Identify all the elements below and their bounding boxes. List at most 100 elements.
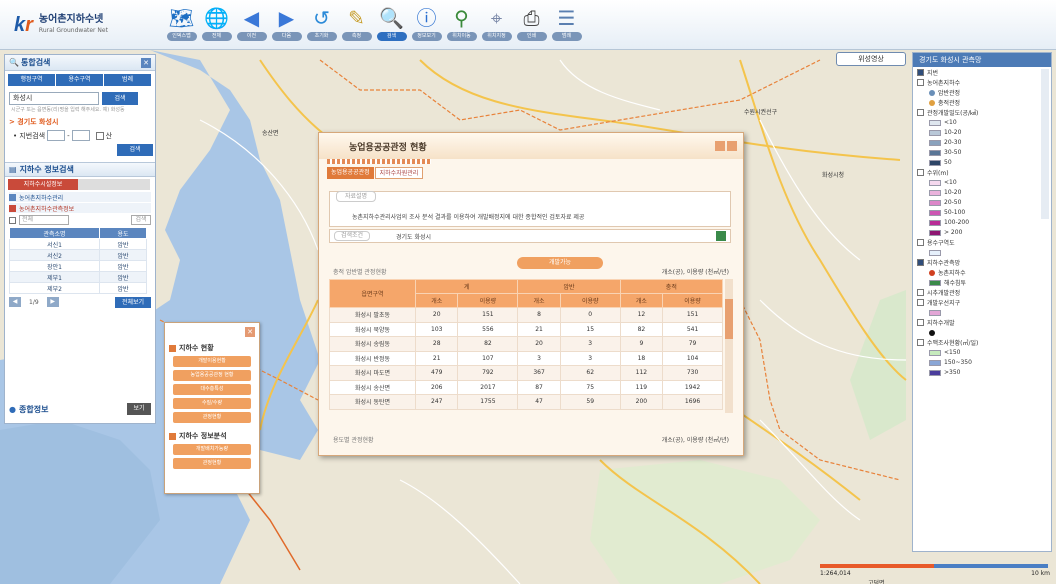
toolbar-globe-button[interactable]: 🌐 전체 [199, 6, 234, 46]
legend-item[interactable]: 지하수개발 [917, 318, 1047, 327]
tab-water-area[interactable]: 용수구역 [56, 74, 103, 86]
filter-select[interactable]: 전체 [19, 215, 69, 225]
table-row[interactable]: 화성시 동탄면 247 1755 47 59 200 1696 [329, 394, 723, 410]
selected-region[interactable]: > 경기도 화성시 [9, 117, 151, 127]
legend-item[interactable]: 해수침투 [929, 278, 1047, 287]
app-logo[interactable]: kr 농어촌지하수넷 Rural Groundwater Net [14, 8, 164, 42]
jibun-search-button[interactable]: 검색 [117, 144, 153, 156]
link-rural-gw-management[interactable]: 농어촌지하수관리 [9, 192, 151, 202]
toolbar-map-index-button[interactable]: 🗺 인덱스맵 [164, 6, 199, 46]
satellite-toggle[interactable]: 위성영상 [836, 52, 906, 66]
legend-item[interactable]: 시추개발관정 [917, 288, 1047, 297]
region-search-button[interactable]: 검색 [102, 92, 138, 105]
san-checkbox[interactable] [95, 131, 104, 140]
legend-checkbox[interactable] [917, 259, 924, 266]
table-row[interactable]: 화성시 마도면 479 792 367 62 112 730 [329, 365, 723, 381]
legend-item[interactable]: 50-100 [929, 208, 1047, 217]
legend-item[interactable]: <10 [929, 178, 1047, 187]
legend-item[interactable]: 농촌지하수 [929, 268, 1047, 277]
table-row[interactable]: 화성시 송림동 28 82 20 3 9 79 [329, 336, 723, 352]
legend-item[interactable]: 50 [929, 158, 1047, 167]
tab-legend[interactable]: 범례 [104, 74, 151, 86]
legend-item[interactable]: 30-50 [929, 148, 1047, 157]
table-row[interactable]: 화성시 송산면 206 2017 87 75 119 1942 [329, 379, 723, 395]
table-row[interactable]: 화성시 팔초동 20 151 8 0 12 151 [329, 307, 723, 323]
gw-analysis-option[interactable]: 개발배치가능량 [173, 444, 251, 455]
table-row[interactable]: 제부1 암반 [8, 271, 147, 283]
state-button[interactable]: 개발가능 [517, 257, 603, 269]
jibun-sub-input[interactable] [71, 130, 90, 141]
toolbar-target-button[interactable]: ⌖ 위치지정 [479, 6, 514, 46]
view-all-button[interactable]: 전체보기 [115, 296, 151, 308]
select-all-checkbox[interactable] [9, 216, 16, 224]
panel-close-icon[interactable]: ✕ [141, 58, 151, 68]
link-rural-gw-observation[interactable]: 농어촌지하수관측정보 [9, 203, 151, 213]
close-icon[interactable] [727, 141, 737, 151]
gw-analysis-option[interactable]: 관정현황 [173, 458, 251, 469]
scroll-thumb[interactable] [725, 299, 733, 339]
legend-item[interactable] [929, 248, 1047, 257]
table-row[interactable]: 서신2 암반 [8, 249, 147, 261]
prev-page-icon[interactable]: ◀ [9, 297, 21, 307]
jibun-main-input[interactable] [47, 130, 66, 141]
toolbar-search-button[interactable]: 🔍 검색 [374, 6, 409, 46]
legend-item[interactable]: 100-200 [929, 218, 1047, 227]
legend-item[interactable] [929, 308, 1047, 317]
legend-item[interactable]: > 200 [929, 228, 1047, 237]
tab-gw-resource[interactable]: 지하수자원관리 [374, 167, 424, 179]
legend-item[interactable]: 충적관정 [929, 98, 1047, 107]
legend-item[interactable]: 수위(m) [917, 168, 1047, 177]
table-row[interactable]: 제부2 암반 [8, 282, 147, 294]
legend-item[interactable]: <10 [929, 118, 1047, 127]
toolbar-locate-button[interactable]: ⚲ 위치이동 [444, 6, 479, 46]
gw-status-option[interactable]: 농업용공공관정 현황 [173, 370, 251, 381]
toolbar-info-button[interactable]: ⓘ 정보보기 [409, 6, 444, 46]
table-row[interactable]: 장안1 암반 [8, 260, 147, 272]
toolbar-prev-button[interactable]: ◀ 이전 [234, 6, 269, 46]
tab-gw-other[interactable] [78, 179, 150, 190]
region-search-input[interactable]: 화성시 [9, 92, 99, 105]
toolbar-reset-button[interactable]: ↺ 초기화 [304, 6, 339, 46]
legend-item[interactable] [929, 328, 1047, 337]
gw-status-option[interactable]: 개발이용현황 [173, 356, 251, 367]
tab-gw-facility[interactable]: 지하수시설정보 [8, 179, 78, 190]
legend-checkbox[interactable] [917, 289, 924, 296]
gw-status-option[interactable]: 관정현황 [173, 412, 251, 423]
legend-item[interactable]: 10-20 [929, 128, 1047, 137]
table-row[interactable]: 화성시 반정동 21 107 3 3 18 104 [329, 350, 723, 366]
toolbar-legend-button[interactable]: ☰ 범례 [549, 6, 584, 46]
legend-checkbox[interactable] [917, 339, 924, 346]
legend-item[interactable]: 용수구역도 [917, 238, 1047, 247]
legend-checkbox[interactable] [917, 69, 924, 76]
legend-item[interactable]: 암반관정 [929, 88, 1047, 97]
summary-view-button[interactable]: 보기 [127, 403, 151, 415]
gw-status-option[interactable]: 수질/수량 [173, 398, 251, 409]
legend-item[interactable]: 개발우선지구 [917, 298, 1047, 307]
tab-admin-area[interactable]: 행정구역 [8, 74, 55, 86]
table-scrollbar[interactable] [725, 279, 733, 413]
toolbar-ruler-button[interactable]: ✎ 측정 [339, 6, 374, 46]
toolbar-next-button[interactable]: ▶ 다음 [269, 6, 304, 46]
gw-status-option[interactable]: 대수층특성 [173, 384, 251, 395]
table-row[interactable]: 서신1 암반 [8, 238, 147, 250]
popup-close-icon[interactable]: ✕ [245, 327, 255, 337]
tab-public-wells[interactable]: 농업용공공관정 [327, 167, 374, 179]
legend-item[interactable]: 수맥조사현황(㎥/일) [917, 338, 1047, 347]
legend-item[interactable]: >350 [929, 368, 1047, 377]
legend-item[interactable]: 20-50 [929, 198, 1047, 207]
legend-item[interactable]: 관정개발밀도(공/㎢) [917, 108, 1047, 117]
legend-item[interactable]: 10-20 [929, 188, 1047, 197]
legend-checkbox[interactable] [917, 169, 924, 176]
legend-item[interactable]: 농어촌지하수 [917, 78, 1047, 87]
legend-item[interactable]: 지번 [917, 68, 1047, 77]
legend-item[interactable]: <150 [929, 348, 1047, 357]
legend-checkbox[interactable] [917, 109, 924, 116]
legend-item[interactable]: 지하수관측망 [917, 258, 1047, 267]
table-row[interactable]: 화성시 북양동 103 556 21 15 82 541 [329, 321, 723, 337]
minimize-icon[interactable] [715, 141, 725, 151]
filter-search-button[interactable]: 검색 [131, 215, 151, 225]
legend-checkbox[interactable] [917, 299, 924, 306]
legend-checkbox[interactable] [917, 319, 924, 326]
excel-export-icon[interactable] [716, 231, 726, 241]
legend-checkbox[interactable] [917, 239, 924, 246]
